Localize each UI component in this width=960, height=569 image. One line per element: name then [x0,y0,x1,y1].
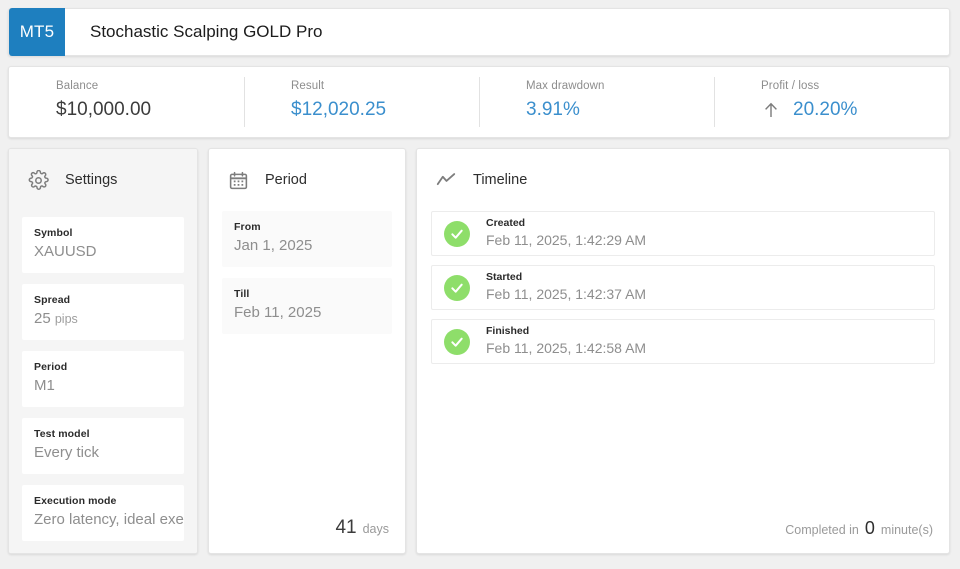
stat-result: Result $12,020.25 [244,67,479,137]
setting-row-execution-mode[interactable]: Execution mode Zero latency, ideal execu… [22,485,184,541]
setting-value: Zero latency, ideal execution [34,511,184,528]
check-icon [444,328,470,355]
period-duration-count: 41 [335,517,357,538]
timeline-item-text: Started Feb 11, 2025, 1:42:37 AM [486,271,646,304]
timeline-item-finished[interactable]: Finished Feb 11, 2025, 1:42:58 AM [431,319,935,364]
timeline-item-label: Finished [486,325,530,338]
header-bar: MT5 Stochastic Scalping GOLD Pro [8,8,950,56]
calendar-icon [227,169,249,191]
stat-label: Profit / loss [761,80,820,92]
setting-row-spread[interactable]: Spread 25 pips [22,284,184,340]
check-icon [444,220,470,247]
timeline-panel: Timeline Created Feb 11, 2025, 1:42:29 A… [416,148,950,554]
timeline-items: Created Feb 11, 2025, 1:42:29 AM Started… [417,211,949,364]
timeline-panel-header: Timeline [417,149,949,211]
setting-label: Period [34,361,68,373]
stat-value: 20.20% [793,99,858,120]
panels-row: Settings Symbol XAUUSD Spread 25 pips Pe… [8,148,950,554]
timeline-item-time: Feb 11, 2025, 1:42:58 AM [486,340,647,357]
timeline-item-time: Feb 11, 2025, 1:42:37 AM [486,286,647,303]
completion-prefix: Completed in [785,523,859,537]
period-panel-title: Period [265,172,307,188]
setting-value: M1 [34,377,55,394]
setting-value-row: 25 pips [34,310,172,327]
timeline-item-label: Started [486,271,523,284]
stat-label: Balance [56,80,99,92]
stat-profit-loss: Profit / loss 20.20% [714,67,949,137]
setting-unit: pips [54,312,78,326]
stat-value: $10,000.00 [56,99,152,120]
settings-panel-header: Settings [9,149,197,211]
period-column: Period From Jan 1, 2025 Till Feb 11, 202… [208,148,406,554]
timeline-column: Timeline Created Feb 11, 2025, 1:42:29 A… [416,148,950,554]
stat-label: Max drawdown [526,80,605,92]
period-row-till[interactable]: Till Feb 11, 2025 [222,278,392,334]
settings-rows: Symbol XAUUSD Spread 25 pips Period M1 T… [9,211,197,553]
setting-row-test-model[interactable]: Test model Every tick [22,418,184,474]
settings-panel-title: Settings [65,172,118,188]
trending-line-icon [435,169,457,191]
period-panel-header: Period [209,149,405,211]
timeline-item-text: Finished Feb 11, 2025, 1:42:58 AM [486,325,646,358]
stat-max-drawdown: Max drawdown 3.91% [479,67,714,137]
period-label: From [234,221,261,233]
timeline-item-created[interactable]: Created Feb 11, 2025, 1:42:29 AM [431,211,935,256]
setting-row-symbol[interactable]: Symbol XAUUSD [22,217,184,273]
completion-count: 0 [864,518,875,538]
stat-balance: Balance $10,000.00 [9,67,244,137]
timeline-item-started[interactable]: Started Feb 11, 2025, 1:42:37 AM [431,265,935,310]
setting-label: Test model [34,428,90,440]
page-title: Stochastic Scalping GOLD Pro [90,22,323,41]
app-root: MT5 Stochastic Scalping GOLD Pro Balance… [0,0,960,569]
check-icon [444,274,470,301]
timeline-panel-title: Timeline [473,172,528,188]
gear-icon [27,169,49,191]
stat-label: Result [291,80,325,92]
completion-suffix: minute(s) [880,523,933,537]
period-value: Jan 1, 2025 [234,237,313,254]
period-panel: Period From Jan 1, 2025 Till Feb 11, 202… [208,148,406,554]
summary-stats-bar: Balance $10,000.00 Result $12,020.25 Max… [8,66,950,138]
setting-value: 25 [34,310,51,327]
period-duration-footer: 41 days [335,517,389,539]
setting-label: Symbol [34,227,73,239]
period-label: Till [234,288,250,300]
timeline-item-text: Created Feb 11, 2025, 1:42:29 AM [486,217,646,250]
stat-value-row: 20.20% [761,99,949,121]
stat-value: 3.91% [526,99,580,120]
platform-badge: MT5 [9,8,65,56]
timeline-item-time: Feb 11, 2025, 1:42:29 AM [486,232,647,249]
setting-value: Every tick [34,444,100,461]
setting-value: XAUUSD [34,243,97,260]
timeline-completion-footer: Completed in 0 minute(s) [785,518,933,539]
period-rows: From Jan 1, 2025 Till Feb 11, 2025 [209,211,405,334]
period-row-from[interactable]: From Jan 1, 2025 [222,211,392,267]
timeline-item-label: Created [486,217,526,230]
arrow-up-icon [761,100,781,120]
stat-value: $12,020.25 [291,99,387,120]
setting-label: Execution mode [34,495,117,507]
period-value: Feb 11, 2025 [234,304,322,321]
settings-column: Settings Symbol XAUUSD Spread 25 pips Pe… [8,148,198,554]
period-duration-unit: days [362,522,389,536]
setting-label: Spread [34,294,71,306]
settings-panel: Settings Symbol XAUUSD Spread 25 pips Pe… [8,148,198,554]
setting-row-period[interactable]: Period M1 [22,351,184,407]
